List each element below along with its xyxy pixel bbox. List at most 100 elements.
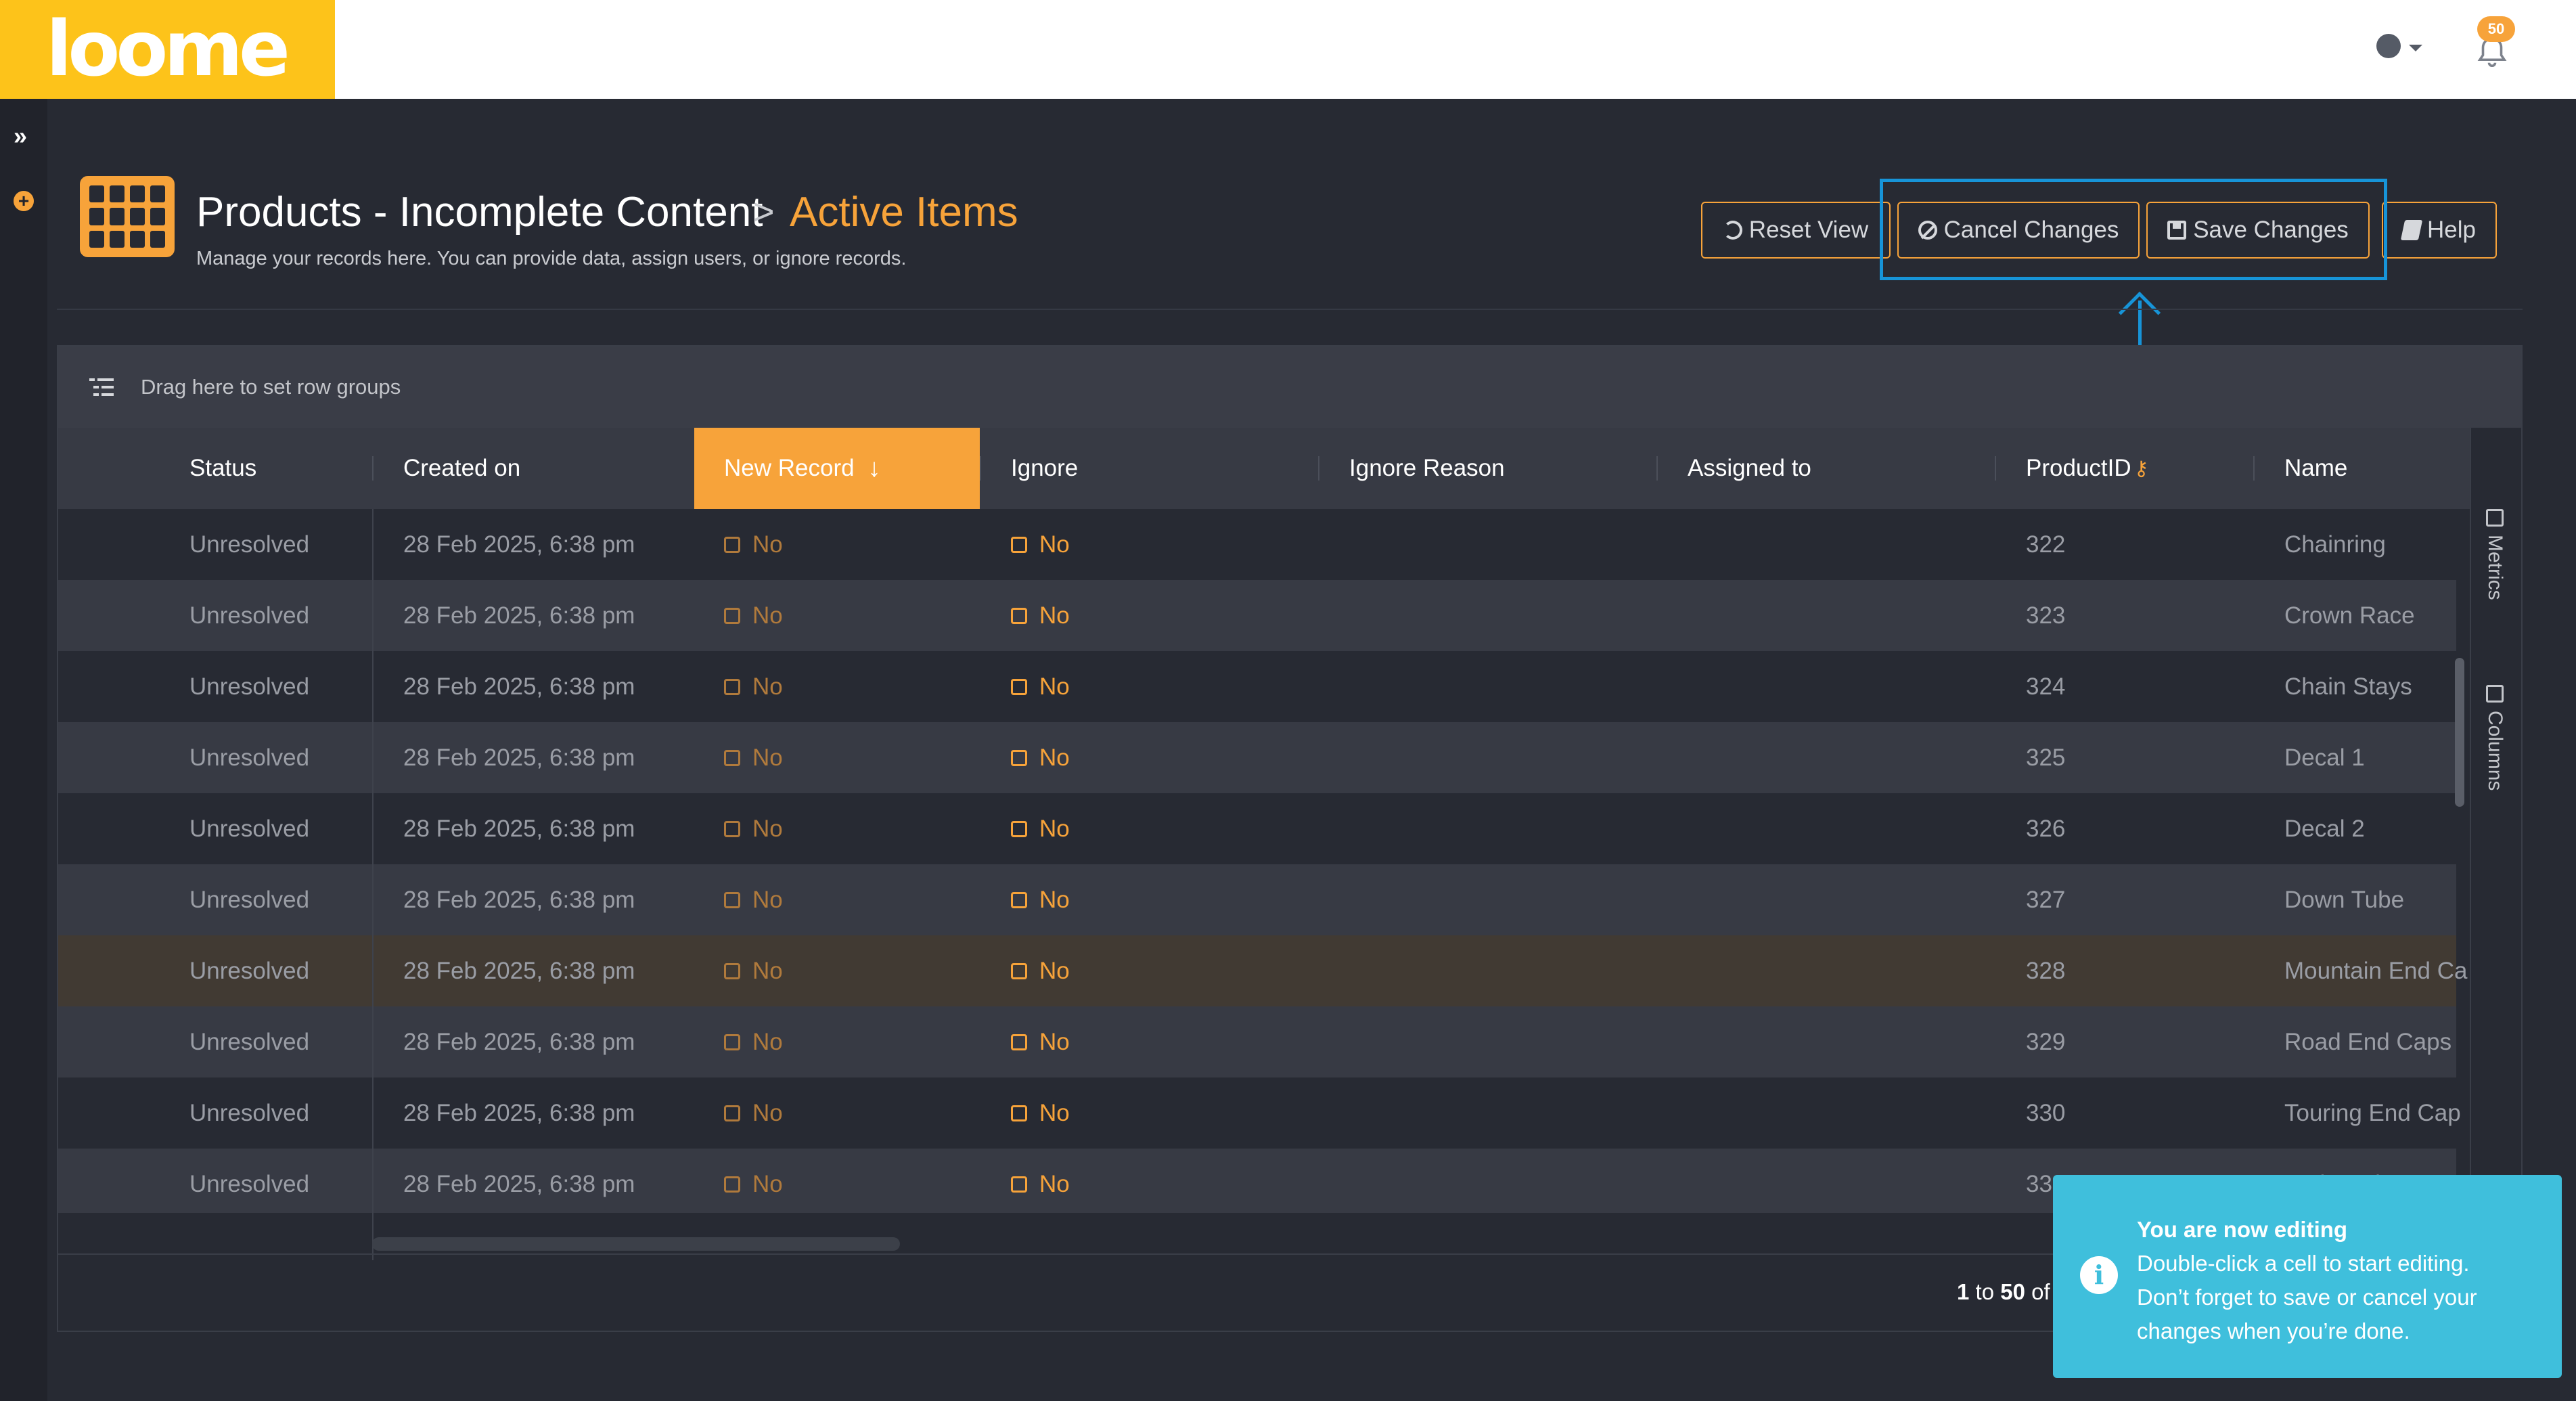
cell-new-record[interactable]: No xyxy=(724,1149,974,1213)
checkbox-icon[interactable] xyxy=(1011,820,1027,837)
expand-sidebar-icon[interactable]: » xyxy=(14,122,27,150)
cell-ignore-reason[interactable] xyxy=(1349,935,1647,1006)
cell-status[interactable]: Unresolved xyxy=(189,864,365,935)
checkbox-icon[interactable] xyxy=(724,1176,740,1193)
checkbox-icon[interactable] xyxy=(1011,1176,1027,1193)
cell-created-on[interactable]: 28 Feb 2025, 6:38 pm xyxy=(403,580,687,651)
table-row[interactable]: Unresolved 28 Feb 2025, 6:38 pm No No 323 Cro… xyxy=(58,580,2456,651)
column-separator[interactable] xyxy=(980,456,981,481)
cell-name[interactable]: Mountain End Ca xyxy=(2284,935,2470,1006)
cell-ignore-reason[interactable] xyxy=(1349,793,1647,864)
cell-ignore-reason[interactable] xyxy=(1349,722,1647,793)
cell-product-id[interactable]: 330 xyxy=(2026,1077,2249,1149)
cell-product-id[interactable]: 327 xyxy=(2026,864,2249,935)
cell-ignore[interactable]: No xyxy=(1011,864,1309,935)
table-row[interactable]: Unresolved 28 Feb 2025, 6:38 pm No No 329 Roa… xyxy=(58,1006,2456,1077)
cell-assigned-to[interactable] xyxy=(1688,1006,1985,1077)
cell-ignore[interactable]: No xyxy=(1011,509,1309,580)
checkbox-icon[interactable] xyxy=(1011,962,1027,979)
cell-created-on[interactable]: 28 Feb 2025, 6:38 pm xyxy=(403,651,687,722)
cell-ignore[interactable]: No xyxy=(1011,580,1309,651)
checkbox-icon[interactable] xyxy=(724,536,740,553)
cell-created-on[interactable]: 28 Feb 2025, 6:38 pm xyxy=(403,509,687,580)
page-title[interactable]: Products - Incomplete Content xyxy=(196,188,763,236)
cell-status[interactable]: Unresolved xyxy=(189,1006,365,1077)
cell-assigned-to[interactable] xyxy=(1688,651,1985,722)
cell-product-id[interactable]: 328 xyxy=(2026,935,2249,1006)
cell-status[interactable]: Unresolved xyxy=(189,580,365,651)
cell-assigned-to[interactable] xyxy=(1688,1077,1985,1149)
checkbox-icon[interactable] xyxy=(724,607,740,624)
reset-view-button[interactable]: Reset View xyxy=(1701,202,1891,259)
checkbox-icon[interactable] xyxy=(1011,891,1027,908)
cell-ignore-reason[interactable] xyxy=(1349,1077,1647,1149)
logo[interactable]: loome xyxy=(0,0,335,99)
cell-name[interactable]: Touring End Cap xyxy=(2284,1077,2470,1149)
column-header-status[interactable]: Status xyxy=(189,428,256,509)
cell-assigned-to[interactable] xyxy=(1688,509,1985,580)
info-toast[interactable]: i You are now editing Double-click a cel… xyxy=(2053,1175,2562,1378)
checkbox-icon[interactable] xyxy=(724,962,740,979)
cell-created-on[interactable]: 28 Feb 2025, 6:38 pm xyxy=(403,722,687,793)
columns-tab[interactable]: Columns xyxy=(2483,685,2506,791)
cell-name[interactable]: Decal 2 xyxy=(2284,793,2470,864)
table-row[interactable]: Unresolved 28 Feb 2025, 6:38 pm No No 327 Dow… xyxy=(58,864,2456,935)
table-row[interactable]: Unresolved 28 Feb 2025, 6:38 pm No No 322 Cha… xyxy=(58,509,2456,580)
checkbox-icon[interactable] xyxy=(724,820,740,837)
cell-new-record[interactable]: No xyxy=(724,793,974,864)
vertical-scrollbar[interactable] xyxy=(2455,658,2464,807)
cell-product-id[interactable]: 322 xyxy=(2026,509,2249,580)
cell-created-on[interactable]: 28 Feb 2025, 6:38 pm xyxy=(403,1006,687,1077)
column-separator[interactable] xyxy=(1318,456,1319,481)
cell-created-on[interactable]: 28 Feb 2025, 6:38 pm xyxy=(403,1149,687,1213)
cell-ignore[interactable]: No xyxy=(1011,935,1309,1006)
cell-assigned-to[interactable] xyxy=(1688,793,1985,864)
cell-new-record[interactable]: No xyxy=(724,935,974,1006)
table-row[interactable]: Unresolved 28 Feb 2025, 6:38 pm No No 324 Cha… xyxy=(58,651,2456,722)
checkbox-icon[interactable] xyxy=(1011,1033,1027,1050)
cell-ignore[interactable]: No xyxy=(1011,1077,1309,1149)
checkbox-icon[interactable] xyxy=(724,1105,740,1121)
cell-assigned-to[interactable] xyxy=(1688,1149,1985,1213)
cell-new-record[interactable]: No xyxy=(724,1006,974,1077)
cell-ignore[interactable]: No xyxy=(1011,1149,1309,1213)
cell-product-id[interactable]: 324 xyxy=(2026,651,2249,722)
cell-ignore-reason[interactable] xyxy=(1349,1149,1647,1213)
cell-ignore[interactable]: No xyxy=(1011,1006,1309,1077)
checkbox-icon[interactable] xyxy=(1011,1105,1027,1121)
column-header-created-on[interactable]: Created on xyxy=(403,428,520,509)
cell-status[interactable]: Unresolved xyxy=(189,935,365,1006)
checkbox-icon[interactable] xyxy=(1011,607,1027,624)
cell-created-on[interactable]: 28 Feb 2025, 6:38 pm xyxy=(403,864,687,935)
checkbox-icon[interactable] xyxy=(724,749,740,766)
column-header-assigned-to[interactable]: Assigned to xyxy=(1688,428,1811,509)
column-header-new-record[interactable]: New Record ↓ xyxy=(694,428,980,509)
cell-ignore-reason[interactable] xyxy=(1349,864,1647,935)
cell-name[interactable]: Down Tube xyxy=(2284,864,2470,935)
cell-assigned-to[interactable] xyxy=(1688,722,1985,793)
column-separator[interactable] xyxy=(372,456,374,481)
globe-icon[interactable] xyxy=(2376,34,2422,58)
cell-status[interactable]: Unresolved xyxy=(189,651,365,722)
cell-product-id[interactable]: 323 xyxy=(2026,580,2249,651)
checkbox-icon[interactable] xyxy=(1011,678,1027,695)
cell-assigned-to[interactable] xyxy=(1688,935,1985,1006)
cell-name[interactable]: Chain Stays xyxy=(2284,651,2470,722)
cell-created-on[interactable]: 28 Feb 2025, 6:38 pm xyxy=(403,935,687,1006)
table-row[interactable]: Unresolved 28 Feb 2025, 6:38 pm No No 328 Mou… xyxy=(58,935,2467,1006)
cell-status[interactable]: Unresolved xyxy=(189,793,365,864)
cell-ignore[interactable]: No xyxy=(1011,651,1309,722)
checkbox-icon[interactable] xyxy=(724,1033,740,1050)
column-separator[interactable] xyxy=(2253,456,2255,481)
column-header-ignore-reason[interactable]: Ignore Reason xyxy=(1349,428,1505,509)
cell-assigned-to[interactable] xyxy=(1688,864,1985,935)
cell-product-id[interactable]: 329 xyxy=(2026,1006,2249,1077)
cell-created-on[interactable]: 28 Feb 2025, 6:38 pm xyxy=(403,1077,687,1149)
column-header-product-id[interactable]: ProductID ⚷ xyxy=(2026,428,2149,509)
cell-new-record[interactable]: No xyxy=(724,580,974,651)
help-button[interactable]: Help xyxy=(2382,202,2497,259)
cell-ignore-reason[interactable] xyxy=(1349,651,1647,722)
cell-status[interactable]: Unresolved xyxy=(189,1149,365,1213)
cell-ignore[interactable]: No xyxy=(1011,793,1309,864)
cell-new-record[interactable]: No xyxy=(724,722,974,793)
